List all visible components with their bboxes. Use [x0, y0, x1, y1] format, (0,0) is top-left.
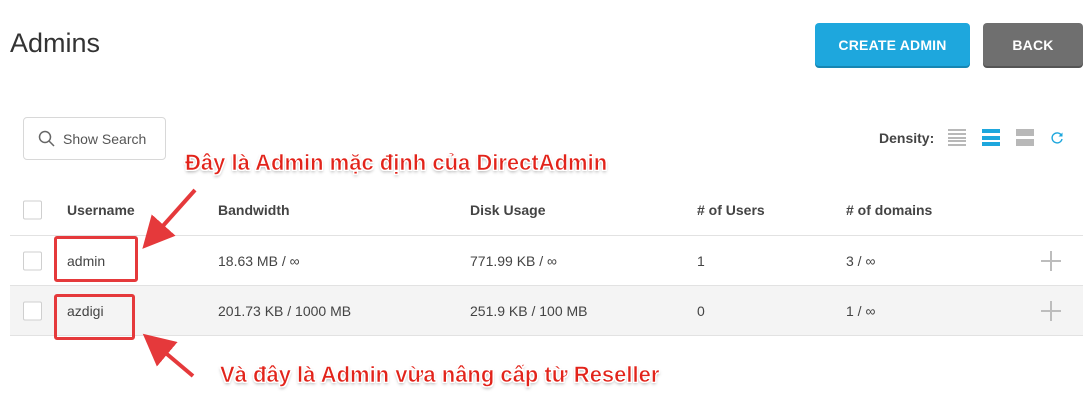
page-title: Admins	[10, 28, 101, 58]
users-count: 0	[697, 302, 705, 319]
density-label: Density:	[879, 129, 935, 146]
col-username[interactable]: Username	[67, 202, 135, 218]
select-all-checkbox[interactable]	[23, 200, 42, 220]
bandwidth-value: 201.73 KB / 1000 MB	[218, 302, 352, 319]
density-normal-icon[interactable]	[982, 129, 1001, 146]
col-disk-usage[interactable]: Disk Usage	[470, 202, 545, 218]
show-search-label: Show Search	[63, 130, 147, 147]
domains-count: 3 / ∞	[846, 252, 876, 269]
row-checkbox[interactable]	[23, 301, 42, 320]
col-domains[interactable]: # of domains	[846, 202, 932, 218]
highlight-box-azdigi	[54, 294, 135, 340]
table-header: Username Bandwidth Disk Usage # of Users…	[10, 185, 1083, 236]
arrow-to-azdigi	[142, 333, 195, 378]
highlight-box-admin	[54, 236, 138, 282]
show-search-button[interactable]: Show Search	[23, 117, 166, 160]
bandwidth-value: 18.63 MB / ∞	[218, 252, 300, 269]
density-wide-icon[interactable]	[1016, 129, 1035, 146]
col-bandwidth[interactable]: Bandwidth	[218, 202, 290, 218]
annotation-upgraded-admin: Và đây là Admin vừa nâng cấp từ Reseller	[220, 362, 660, 388]
disk-usage-value: 251.9 KB / 100 MB	[470, 302, 588, 319]
table-row: admin 18.63 MB / ∞ 771.99 KB / ∞ 1 3 / ∞	[10, 236, 1083, 286]
back-button[interactable]: BACK	[983, 23, 1083, 66]
expand-plus-icon[interactable]	[1041, 250, 1061, 271]
disk-usage-value: 771.99 KB / ∞	[470, 252, 558, 269]
domains-count: 1 / ∞	[846, 302, 876, 319]
row-checkbox[interactable]	[23, 251, 42, 270]
annotation-default-admin: Đây là Admin mặc định của DirectAdmin	[185, 150, 608, 176]
density-selector: Density:	[879, 129, 1064, 146]
expand-plus-icon[interactable]	[1041, 300, 1061, 321]
density-compact-icon[interactable]	[948, 129, 967, 146]
search-icon	[38, 130, 55, 147]
table-row: azdigi 201.73 KB / 1000 MB 251.9 KB / 10…	[10, 286, 1083, 336]
refresh-icon[interactable]	[1050, 131, 1064, 145]
admins-table: Username Bandwidth Disk Usage # of Users…	[10, 185, 1083, 336]
users-count: 1	[697, 252, 705, 269]
col-users[interactable]: # of Users	[697, 202, 765, 218]
create-admin-button[interactable]: CREATE ADMIN	[815, 23, 970, 66]
